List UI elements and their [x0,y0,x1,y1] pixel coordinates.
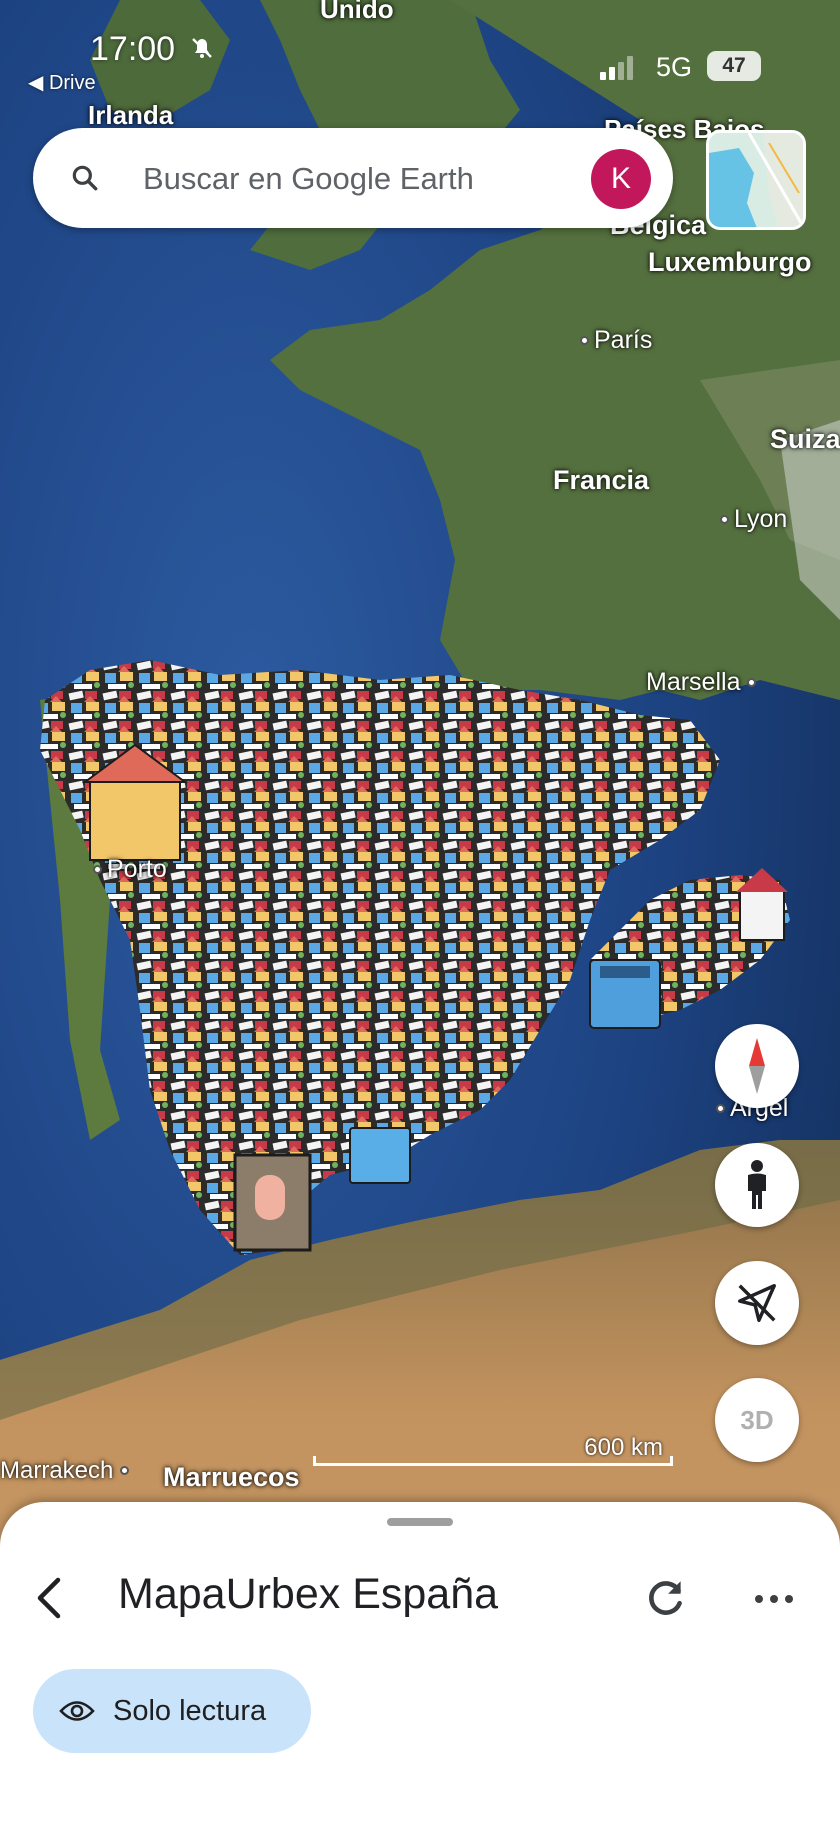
my-location-button[interactable] [715,1261,799,1345]
label-francia: Francia [553,465,650,495]
label-porto: Porto [93,855,167,884]
refresh-icon [649,1581,682,1615]
sheet-grabber[interactable] [387,1518,453,1526]
status-time: 17:00 [90,30,176,68]
avatar[interactable]: K [591,149,651,209]
compass-icon [749,1038,765,1094]
back-app-label: Drive [48,72,96,94]
compass-button[interactable] [715,1024,799,1108]
label-marrakech: Marrakech [0,1457,134,1485]
status-bar: 17:00 ◀ Drive 5G 47 [0,0,840,100]
project-sheet: MapaUrbex España Solo lectura [0,1502,840,1825]
pegman-icon [748,1160,766,1209]
read-only-chip[interactable]: Solo lectura [33,1669,311,1753]
three-d-label: 3D [740,1404,774,1435]
label-irlanda: Irlanda [88,100,174,130]
network-type: 5G [656,52,693,82]
more-dots-icon [755,1595,763,1603]
chevron-left-icon [37,1577,61,1619]
battery-icon: 47 [707,51,761,81]
bell-muted-icon [190,36,214,67]
search-bar[interactable]: Buscar en Google Earth K [33,128,673,228]
label-marsella: Marsella [646,668,761,697]
more-options-button[interactable] [744,1574,804,1624]
search-icon [72,165,98,191]
map-style-button[interactable] [706,130,806,230]
label-marruecos: Marruecos [163,1462,300,1492]
back-button[interactable] [26,1568,76,1628]
street-view-button[interactable] [715,1143,799,1227]
signal-icon [600,56,633,80]
eye-icon [59,1701,95,1721]
label-luxemburgo: Luxemburgo [648,247,812,277]
scale-bar: 600 km [313,1434,673,1466]
location-off-icon [738,1284,776,1322]
back-to-app[interactable]: ◀ Drive [28,70,96,95]
map-layer-thumbnail-icon [709,133,803,227]
project-title: MapaUrbex España [118,1570,499,1618]
label-lyon: Lyon [720,505,787,534]
refresh-button[interactable] [640,1574,690,1624]
search-input[interactable]: Buscar en Google Earth [143,161,474,197]
scale-label: 600 km [584,1434,663,1461]
read-only-label: Solo lectura [113,1694,267,1727]
label-paris: París [580,326,652,355]
three-d-button[interactable]: 3D [715,1378,799,1462]
label-suiza: Suiza [770,424,840,454]
